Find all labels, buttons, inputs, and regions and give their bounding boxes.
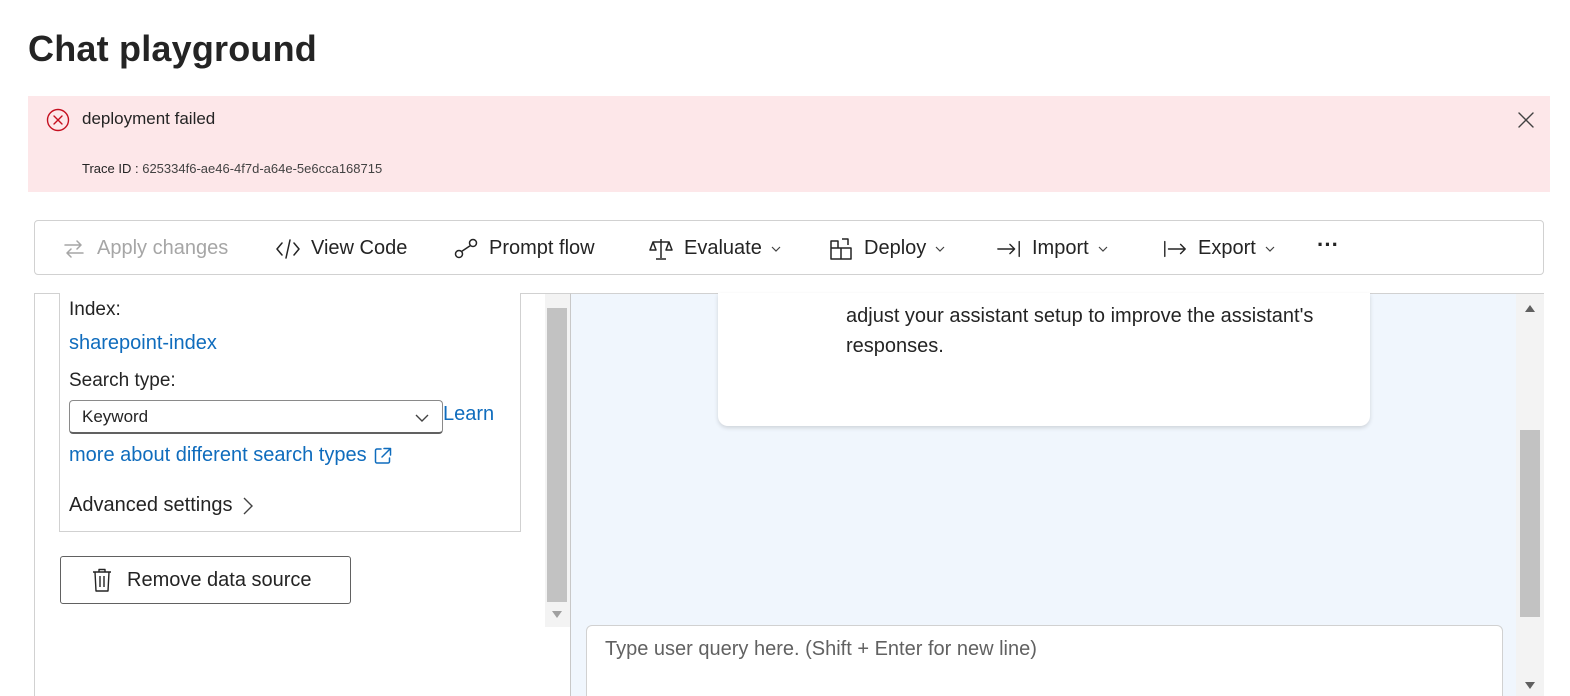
apply-changes-button[interactable]: Apply changes	[61, 221, 228, 276]
scroll-up-arrow-icon[interactable]	[1525, 304, 1535, 312]
error-message: deployment failed	[82, 109, 216, 128]
close-icon[interactable]	[1516, 110, 1536, 130]
apply-changes-label: Apply changes	[97, 237, 229, 259]
remove-data-source-button[interactable]: Remove data source	[60, 556, 351, 604]
deploy-box-icon	[828, 236, 854, 262]
chevron-right-icon	[243, 497, 254, 514]
advanced-settings-toggle[interactable]: Advanced settings	[69, 494, 254, 517]
scroll-down-arrow-icon[interactable]	[552, 611, 562, 619]
flow-icon	[453, 236, 479, 262]
import-arrow-icon	[996, 236, 1022, 262]
deploy-label: Deploy	[864, 237, 927, 259]
search-type-select[interactable]: Keyword	[69, 400, 443, 434]
chat-area: adjust your assistant setup to improve t…	[570, 293, 1516, 696]
scrollbar-thumb[interactable]	[1520, 430, 1540, 617]
chevron-down-icon	[771, 246, 781, 252]
chat-scrollbar[interactable]	[1516, 293, 1544, 696]
scrollbar-thumb[interactable]	[547, 308, 567, 602]
evaluate-label: Evaluate	[684, 237, 762, 259]
trace-id-value: 625334f6-ae46-4f7d-a64e-5e6cca168715	[142, 161, 383, 176]
error-banner: deployment failed Trace ID : 625334f6-ae…	[28, 96, 1550, 192]
scales-icon	[648, 236, 674, 262]
import-label: Import	[1032, 237, 1089, 259]
trash-icon	[93, 568, 111, 592]
remove-data-source-label: Remove data source	[127, 568, 312, 591]
user-query-input[interactable]	[605, 638, 1485, 661]
toolbar: Apply changes View Code Prompt flow Eval…	[34, 220, 1544, 275]
view-code-button[interactable]: View Code	[275, 221, 407, 276]
import-button[interactable]: Import	[996, 221, 1109, 276]
trace-id: Trace ID : 625334f6-ae46-4f7d-a64e-5e6cc…	[82, 161, 382, 176]
message-line: adjust your assistant setup to improve t…	[846, 305, 1314, 327]
chevron-down-icon	[1098, 246, 1108, 252]
scroll-down-arrow-icon[interactable]	[1525, 682, 1535, 690]
advanced-settings-label: Advanced settings	[69, 494, 233, 516]
learn-link[interactable]: Learn	[443, 403, 494, 426]
more-options-button[interactable]: ···	[1317, 217, 1339, 272]
search-type-value: Keyword	[82, 407, 149, 426]
arrow-swap-icon	[61, 236, 87, 262]
error-circle-icon	[46, 108, 70, 132]
export-arrow-icon	[1162, 236, 1188, 262]
export-label: Export	[1198, 237, 1256, 259]
search-types-link-text: more about different search types	[69, 444, 367, 466]
assistant-message-text: adjust your assistant setup to improve t…	[846, 301, 1346, 361]
search-type-label: Search type:	[69, 370, 176, 391]
export-button[interactable]: Export	[1162, 221, 1276, 276]
search-types-link[interactable]: more about different search types	[69, 444, 393, 467]
prompt-flow-label: Prompt flow	[489, 237, 595, 259]
index-link[interactable]: sharepoint-index	[69, 332, 217, 355]
message-line: responses.	[846, 335, 944, 357]
trace-id-label: Trace ID :	[82, 161, 139, 176]
prompt-flow-button[interactable]: Prompt flow	[453, 221, 595, 276]
index-label: Index:	[69, 299, 121, 320]
chevron-down-icon	[415, 414, 429, 422]
page-title: Chat playground	[28, 28, 317, 69]
left-panel-scrollbar[interactable]	[545, 294, 571, 627]
assistant-message-card: adjust your assistant setup to improve t…	[718, 293, 1370, 426]
query-input-box[interactable]	[586, 625, 1503, 696]
chevron-down-icon	[1265, 246, 1275, 252]
evaluate-button[interactable]: Evaluate	[648, 221, 782, 276]
view-code-label: View Code	[311, 237, 408, 259]
data-source-card: Index: sharepoint-index Search type: Key…	[59, 293, 521, 532]
open-external-icon	[374, 447, 391, 464]
data-source-panel: Index: sharepoint-index Search type: Key…	[34, 293, 571, 696]
chevron-down-icon	[935, 246, 945, 252]
code-icon	[275, 236, 301, 262]
deploy-button[interactable]: Deploy	[828, 221, 946, 276]
